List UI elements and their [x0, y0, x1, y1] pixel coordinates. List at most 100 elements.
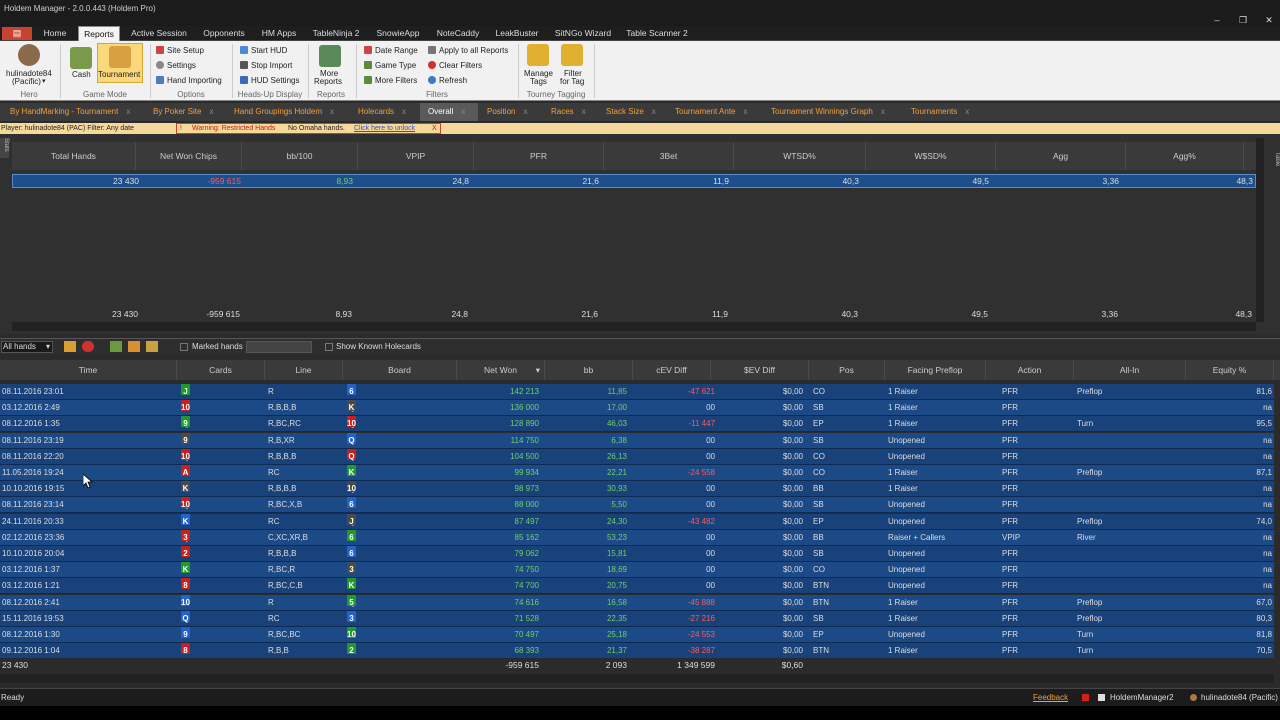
col-cards[interactable]: Cards [177, 360, 265, 380]
site-setup-button[interactable]: Site Setup [156, 46, 204, 55]
tab-sitngo-wizard[interactable]: SitNGo Wizard [550, 26, 616, 41]
tab-close-icon[interactable]: x [330, 107, 334, 116]
col-equity[interactable]: Equity % [1186, 360, 1274, 380]
tab-hm-apps[interactable]: HM Apps [256, 26, 302, 41]
clear-filters-button[interactable]: Clear Filters [428, 61, 482, 70]
hand-row[interactable]: 08.12.2016 1:30 R,BC,BC 70 497 25,18 -24 553… [0, 627, 1274, 643]
report-tab-overall[interactable]: Overall x [420, 103, 478, 121]
more-filters-button[interactable]: More Filters [364, 76, 417, 85]
col-wtsd[interactable]: WTSD% [734, 142, 866, 170]
report-tab[interactable]: By HandMarking - Tournament x [10, 103, 144, 121]
table-side-tab[interactable]: Table [1270, 152, 1280, 178]
apply-all-reports-button[interactable]: Apply to all Reports [428, 46, 508, 55]
col-pos[interactable]: Pos [809, 360, 885, 380]
more-reports-icon[interactable] [319, 45, 341, 67]
report-tab[interactable]: Tournament Ante x [675, 103, 765, 121]
tab-close-icon[interactable]: x [965, 107, 969, 116]
hand-row[interactable]: 08.12.2016 2:41 R 74 616 16,58 -45 888 $0,00 B… [0, 594, 1274, 611]
hand-row[interactable]: 11.05.2016 19:24 RC 99 934 22,21 -24 558 $0,0… [0, 465, 1274, 481]
hand-row[interactable]: 08.11.2016 23:14 R,BC,X,B 88 000 5,50 00 $0,0… [0, 497, 1274, 514]
col-time[interactable]: Time [0, 360, 177, 380]
tab-close-icon[interactable]: x [461, 107, 465, 116]
col-net-won[interactable]: Net Won Chips [136, 142, 242, 170]
unlock-link[interactable]: Click here to unlock [354, 123, 415, 134]
tab-table-scanner[interactable]: Table Scanner 2 [622, 26, 692, 41]
report-tab[interactable]: Position x [487, 103, 543, 121]
report-tab[interactable]: Tournament Winnings Graph x [771, 103, 911, 121]
hand-row[interactable]: 10.10.2016 20:04 R,B,B,B 79 062 15,81 00 $0,0… [0, 546, 1274, 562]
tab-snowieapp[interactable]: SnowieApp [370, 26, 426, 41]
col-sev-diff[interactable]: $EV Diff [711, 360, 809, 380]
report-tab[interactable]: Tournaments x [911, 103, 981, 121]
start-hud-button[interactable]: Start HUD [240, 46, 287, 55]
maximize-button[interactable]: ❐ [1232, 14, 1254, 26]
cash-icon[interactable] [70, 47, 92, 69]
hand-row[interactable]: 03.12.2016 1:37 R,BC,R 74 750 18,69 00 $0,00 C… [0, 562, 1274, 579]
hero-dropdown-icon[interactable]: ▾ [42, 77, 46, 85]
col-all-in[interactable]: All-In [1074, 360, 1186, 380]
tab-close-icon[interactable]: x [881, 107, 885, 116]
app-menu-button[interactable]: ▤ [2, 27, 32, 40]
hand-row[interactable]: 03.12.2016 2:49 R,B,B,B 136 000 17,00 00 $0,0… [0, 400, 1274, 417]
show-known-checkbox[interactable] [325, 343, 333, 351]
stop-import-button[interactable]: Stop Import [240, 61, 292, 70]
col-line[interactable]: Line [265, 360, 343, 380]
col-net-won[interactable]: Net Won ▾ [457, 360, 545, 380]
filter-tag-icon[interactable] [561, 44, 583, 66]
tab-reports[interactable]: Reports [78, 26, 120, 41]
marked-hands-checkbox[interactable] [180, 343, 188, 351]
tab-close-icon[interactable]: x [209, 107, 213, 116]
minimize-button[interactable]: – [1206, 14, 1228, 26]
tab-close-icon[interactable]: x [402, 107, 406, 116]
stats-side-tab[interactable]: Stats [0, 138, 9, 158]
hud-settings-button[interactable]: HUD Settings [240, 76, 299, 85]
report-tab[interactable]: By Poker Site x [153, 103, 225, 121]
col-3bet[interactable]: 3Bet [604, 142, 734, 170]
tab-leakbuster[interactable]: LeakBuster [490, 26, 544, 41]
date-range-button[interactable]: Date Range [364, 46, 418, 55]
hand-row[interactable]: 08.11.2016 22:20 R,B,B,B 104 500 26,13 00 $0,… [0, 448, 1274, 465]
close-warning-icon[interactable]: X [432, 123, 437, 134]
col-board[interactable]: Board [343, 360, 457, 380]
cash-button[interactable]: Cash [72, 70, 91, 79]
hand-row[interactable]: 08.12.2016 1:35 R,BC,RC 128 890 46,03 -11 44… [0, 416, 1274, 433]
hero-avatar-icon[interactable] [18, 44, 40, 66]
tab-opponents[interactable]: Opponents [198, 26, 250, 41]
hand-row[interactable]: 09.12.2016 1:04 R,B,B 68 393 21,37 -38 287 $0… [0, 643, 1274, 660]
col-action[interactable]: Action [986, 360, 1074, 380]
vertical-scrollbar[interactable] [1256, 138, 1264, 322]
hand-row[interactable]: 15.11.2016 19:53 RC 71 528 22,35 -27 216 $0,0… [0, 610, 1274, 627]
tab-home[interactable]: Home [38, 26, 72, 41]
hand-row[interactable]: 03.12.2016 1:21 R,BC,C,B 74 700 20,75 00 $0,0… [0, 578, 1274, 595]
col-agg-pct[interactable]: Agg% [1126, 142, 1244, 170]
tag-icon[interactable] [146, 341, 158, 352]
back-icon[interactable] [64, 341, 76, 352]
hand-row[interactable]: 24.11.2016 20:33 RC 87 497 24,30 -43 482 $0,0… [0, 513, 1274, 530]
col-bb[interactable]: bb [545, 360, 633, 380]
chart-icon[interactable] [128, 341, 140, 352]
hand-row[interactable]: 10.10.2016 19:15 R,B,B,B 98 973 30,93 00 $0,0… [0, 481, 1274, 498]
settings-button[interactable]: Settings [156, 61, 196, 70]
feedback-link[interactable]: Feedback [1033, 689, 1068, 707]
close-button[interactable]: ✕ [1258, 14, 1280, 26]
hand-row[interactable]: 08.11.2016 23:01 R 142 213 11,85 -47 621 $0,0… [0, 384, 1274, 400]
col-bb100[interactable]: bb/100 [242, 142, 358, 170]
col-agg[interactable]: Agg [996, 142, 1126, 170]
tab-close-icon[interactable]: x [743, 107, 747, 116]
tab-close-icon[interactable]: x [582, 107, 586, 116]
report-tab[interactable]: Holecards x [358, 103, 418, 121]
record-icon[interactable] [82, 341, 94, 352]
tab-close-icon[interactable]: x [523, 107, 527, 116]
tab-notecaddy[interactable]: NoteCaddy [432, 26, 484, 41]
tab-active-session[interactable]: Active Session [126, 26, 192, 41]
report-tab[interactable]: Races x [551, 103, 597, 121]
col-pfr[interactable]: PFR [474, 142, 604, 170]
col-wsd[interactable]: W$SD% [866, 142, 996, 170]
hand-importing-button[interactable]: Hand Importing [156, 76, 222, 85]
hand-row[interactable]: 08.11.2016 23:19 R,B,XR 114 750 6,38 00 $0,00… [0, 432, 1274, 449]
game-type-button[interactable]: Game Type [364, 61, 416, 70]
refresh-button[interactable]: Refresh [428, 76, 467, 85]
hand-row[interactable]: 02.12.2016 23:36 C,XC,XR,B 85 162 53,23 00 $0… [0, 529, 1274, 546]
all-hands-select[interactable]: All hands ▾ [1, 341, 53, 353]
col-cev-diff[interactable]: cEV Diff [633, 360, 711, 380]
